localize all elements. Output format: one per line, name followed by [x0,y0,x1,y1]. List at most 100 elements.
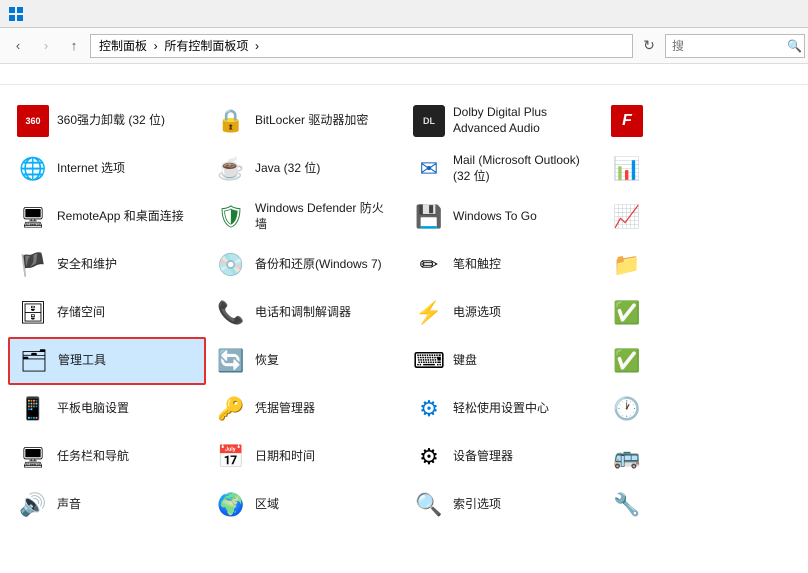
search-input[interactable] [665,34,805,58]
cp-icon: ⚙ [413,393,445,425]
cp-label: 区域 [255,497,279,513]
cp-item-item-manage[interactable]: 🗂管理工具 [8,337,206,385]
cp-icon: ✏ [413,249,445,281]
cp-label: 备份和还原(Windows 7) [255,257,382,273]
cp-label: Windows To Go [453,209,537,225]
cp-item-item-mail[interactable]: ✉ Mail (Microsoft Outlook) (32 位) [404,145,602,193]
address-bar: ‹ › ↑ ↻ 🔍 [0,28,808,64]
cp-label: 360强力卸载 (32 位) [57,113,165,129]
cp-label: Mail (Microsoft Outlook) (32 位) [453,153,593,184]
cp-icon: ✅ [611,297,643,329]
cp-item-item-remoteapp[interactable]: 🖥RemoteApp 和桌面连接 [8,193,206,241]
cp-item-item-partial4[interactable]: ✅ [602,289,800,337]
cp-item-item-recover[interactable]: 🔄恢复 [206,337,404,385]
cp-icon: F [611,105,643,137]
cp-item-item-more2[interactable]: 🌍 区域 [206,481,404,529]
forward-button[interactable]: › [34,34,58,58]
cp-item-item-device[interactable]: ⚙设备管理器 [404,433,602,481]
cp-item-item-defender[interactable]: 🛡 Windows Defender 防火墙 [206,193,404,241]
cp-item-item-360[interactable]: 360 360强力卸载 (32 位) [8,97,206,145]
cp-label: 设备管理器 [453,449,513,465]
control-panel-container: 360 360强力卸载 (32 位) 🔒BitLocker 驱动器加密 DL Dol… [0,85,808,554]
cp-item-item-windowstogo[interactable]: 💾 Windows To Go [404,193,602,241]
cp-icon: 📁 [611,249,643,281]
search-icon: 🔍 [787,39,802,53]
cp-label: Java (32 位) [255,161,320,177]
cp-item-item-keyboard[interactable]: ⌨键盘 [404,337,602,385]
cp-item-item-partial5[interactable]: ✅ [602,337,800,385]
cp-icon: 🛡 [215,201,247,233]
cp-icon: ☕ [215,153,247,185]
cp-icon: 🌐 [17,153,49,185]
cp-item-item-dolby[interactable]: DL Dolby Digital Plus Advanced Audio [404,97,602,145]
cp-icon: 🔍 [413,489,445,521]
cp-item-item-partial3[interactable]: 📁 [602,241,800,289]
cp-item-item-partial7[interactable]: 🚌 [602,433,800,481]
cp-icon: DL [413,105,445,137]
cp-icon: 📞 [215,297,247,329]
cp-icon: 🏴 [17,249,49,281]
cp-item-item-phone[interactable]: 📞 电话和调制解调器 [206,289,404,337]
cp-item-item-more1[interactable]: 🔊声音 [8,481,206,529]
cp-item-item-datetime[interactable]: 📅 日期和时间 [206,433,404,481]
cp-item-item-more4[interactable]: 🔧 [602,481,800,529]
cp-item-item-security[interactable]: 🏴 安全和维护 [8,241,206,289]
control-panel-grid: 360 360强力卸载 (32 位) 🔒BitLocker 驱动器加密 DL Dol… [0,93,808,533]
cp-item-item-storage[interactable]: 🗄 存储空间 [8,289,206,337]
cp-item-item-internet[interactable]: 🌐 Internet 选项 [8,145,206,193]
cp-item-item-pen[interactable]: ✏ 笔和触控 [404,241,602,289]
cp-icon: 💿 [215,249,247,281]
cp-label: Dolby Digital Plus Advanced Audio [453,105,593,136]
cp-label: Windows Defender 防火墙 [255,201,395,232]
cp-icon: 💾 [413,201,445,233]
cp-item-item-flash[interactable]: F [602,97,800,145]
cp-item-item-power[interactable]: ⚡电源选项 [404,289,602,337]
cp-icon: 📅 [215,441,247,473]
cp-label: 电话和调制解调器 [255,305,351,321]
cp-label: 电源选项 [453,305,501,321]
cp-icon: ✅ [611,345,643,377]
cp-item-item-partial6[interactable]: 🕐 [602,385,800,433]
cp-icon: 🔑 [215,393,247,425]
cp-icon: 🔊 [17,489,49,521]
cp-label: 键盘 [453,353,477,369]
cp-icon: ✉ [413,153,445,185]
cp-item-item-tablet[interactable]: 📱 平板电脑设置 [8,385,206,433]
cp-icon: 🔒 [215,105,247,137]
cp-icon: 🚌 [611,441,643,473]
cp-icon: 🗄 [17,297,49,329]
cp-label: 平板电脑设置 [57,401,129,417]
cp-icon: 📱 [17,393,49,425]
cp-icon: 🖥 [17,441,49,473]
title-bar [0,0,808,28]
cp-label: 日期和时间 [255,449,315,465]
cp-item-item-java[interactable]: ☕ Java (32 位) [206,145,404,193]
cp-label: 任务栏和导航 [57,449,129,465]
cp-icon: 🌍 [215,489,247,521]
cp-item-item-ease[interactable]: ⚙ 轻松使用设置中心 [404,385,602,433]
cp-icon: 🔧 [611,489,643,521]
cp-item-item-voucher[interactable]: 🔑凭据管理器 [206,385,404,433]
cp-icon: 360 [17,105,49,137]
cp-item-item-partial1[interactable]: 📊 [602,145,800,193]
cp-label: 存储空间 [57,305,105,321]
cp-label: 轻松使用设置中心 [453,401,549,417]
cp-item-item-partial2[interactable]: 📈 [602,193,800,241]
cp-icon: 🗂 [18,345,50,377]
back-button[interactable]: ‹ [6,34,30,58]
cp-label: 索引选项 [453,497,501,513]
cp-item-item-backup[interactable]: 💿 备份和还原(Windows 7) [206,241,404,289]
cp-label: RemoteApp 和桌面连接 [57,209,184,225]
page-header [0,64,808,85]
cp-item-item-bitlocker[interactable]: 🔒BitLocker 驱动器加密 [206,97,404,145]
cp-label: Internet 选项 [57,161,125,177]
cp-label: 安全和维护 [57,257,117,273]
title-bar-icon [8,6,24,22]
cp-icon: 📊 [611,153,643,185]
address-input[interactable] [90,34,633,58]
cp-item-item-more3[interactable]: 🔍 索引选项 [404,481,602,529]
refresh-button[interactable]: ↻ [637,34,661,58]
cp-item-item-taskbar[interactable]: 🖥 任务栏和导航 [8,433,206,481]
cp-label: 笔和触控 [453,257,501,273]
up-button[interactable]: ↑ [62,34,86,58]
